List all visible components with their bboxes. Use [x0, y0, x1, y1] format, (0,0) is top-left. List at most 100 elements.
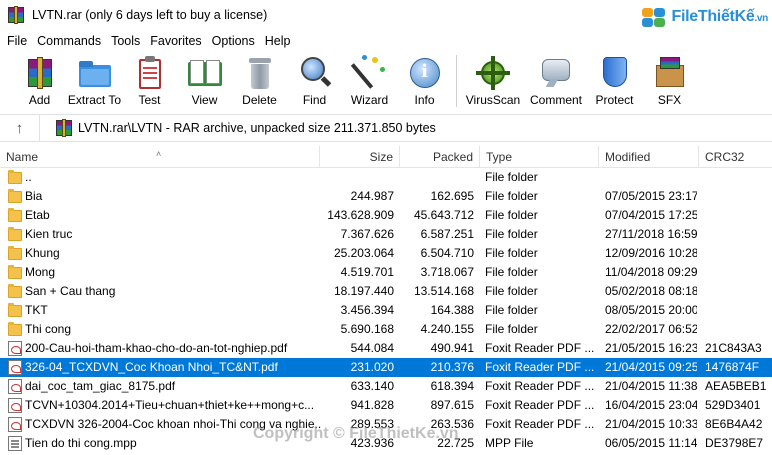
column-modified[interactable]: Modified	[599, 146, 699, 168]
view-book-icon	[187, 55, 223, 91]
test-clipboard-icon	[132, 55, 168, 91]
file-name: Bia	[25, 189, 43, 203]
file-crc32: 529D3401	[705, 398, 761, 412]
delete-button[interactable]: Delete	[232, 52, 287, 110]
file-packed: 6.504.710	[420, 246, 474, 260]
find-button[interactable]: Find	[287, 52, 342, 110]
magic-wand-icon	[350, 55, 388, 91]
file-packed: 897.615	[430, 398, 474, 412]
file-packed: 618.394	[430, 379, 474, 393]
window-title: LVTN.rar (only 6 days left to buy a lice…	[32, 8, 268, 22]
table-row[interactable]: TKT 3.456.394 164.388 File folder 08/05/2015…	[0, 301, 772, 320]
file-size: 25.203.064	[333, 246, 394, 260]
table-row[interactable]: dai_coc_tam_giac_8175.pdf 633.140 618.394 F…	[0, 377, 772, 396]
up-arrow-icon[interactable]: ↑	[0, 115, 40, 141]
folder-icon	[8, 227, 22, 241]
virus-scan-icon	[475, 55, 511, 91]
file-crc32	[705, 263, 767, 282]
file-crc32: 1476874F	[705, 360, 760, 374]
file-type: File folder	[485, 170, 538, 184]
file-size: 7.367.626	[340, 227, 394, 241]
column-crc32[interactable]: CRC32	[699, 146, 772, 168]
file-packed: 490.941	[430, 341, 474, 355]
folder-icon	[8, 322, 22, 336]
file-packed: 4.240.155	[420, 322, 474, 336]
file-type: Foxit Reader PDF ...	[485, 417, 595, 431]
menu-help[interactable]: Help	[260, 30, 296, 52]
table-row[interactable]: Mong 4.519.701 3.718.067 File folder 11/04/2…	[0, 263, 772, 282]
column-size[interactable]: Size	[320, 146, 400, 168]
file-name: 200-Cau-hoi-tham-khao-cho-do-an-tot-nghi…	[25, 341, 288, 355]
table-row[interactable]: Thi cong 5.690.168 4.240.155 File folder 22/…	[0, 320, 772, 339]
file-crc32: DE3798E7	[705, 436, 764, 450]
file-name: dai_coc_tam_giac_8175.pdf	[25, 379, 176, 393]
extract-folder-icon	[77, 55, 113, 91]
menu-favorites[interactable]: Favorites	[145, 30, 206, 52]
table-row[interactable]: Kien truc 7.367.626 6.587.251 File folder 27…	[0, 225, 772, 244]
file-packed: 164.388	[430, 303, 474, 317]
file-size: 244.987	[350, 189, 394, 203]
file-crc32: 8E6B4A42	[705, 417, 763, 431]
file-modified: 07/05/2015 23:17	[605, 189, 697, 203]
table-row[interactable]: .. File folder	[0, 168, 772, 187]
file-crc32	[705, 320, 767, 339]
file-list: Name ˄ Size Packed Type Modified CRC32 ..…	[0, 146, 772, 455]
file-list-header: Name ˄ Size Packed Type Modified CRC32	[0, 146, 772, 168]
file-type: File folder	[485, 189, 538, 203]
file-type: Foxit Reader PDF ...	[485, 379, 595, 393]
folder-icon	[8, 208, 22, 222]
toolbar: Add Extract To Test View Delete Find Wiz…	[0, 52, 772, 110]
wizard-button[interactable]: Wizard	[342, 52, 397, 110]
file-name: Mong	[25, 265, 56, 279]
virusscan-button[interactable]: VirusScan	[461, 52, 525, 110]
view-button[interactable]: View	[177, 52, 232, 110]
file-name: TKT	[25, 303, 48, 317]
column-type[interactable]: Type	[480, 146, 599, 168]
table-row[interactable]: Khung 25.203.064 6.504.710 File folder 12/09…	[0, 244, 772, 263]
folder-icon	[8, 170, 22, 184]
protect-button[interactable]: Protect	[587, 52, 642, 110]
file-size: 231.020	[350, 360, 394, 374]
comment-button[interactable]: Comment	[525, 52, 587, 110]
folder-icon	[8, 284, 22, 298]
shield-icon	[597, 55, 633, 91]
toolbar-separator	[456, 55, 457, 107]
column-packed[interactable]: Packed	[400, 146, 480, 168]
table-row[interactable]: Etab 143.628.909 45.643.712 File folder 07/0…	[0, 206, 772, 225]
table-row[interactable]: San + Cau thang 18.197.440 13.514.168 File …	[0, 282, 772, 301]
file-crc32	[705, 301, 767, 320]
table-row[interactable]: 326-04_TCXDVN_Coc Khoan Nhoi_TC&NT.pdf 23…	[0, 358, 772, 377]
file-rows: .. File folder Bia 244.987 162.695 File folde…	[0, 168, 772, 453]
menu-commands[interactable]: Commands	[32, 30, 106, 52]
menu-options[interactable]: Options	[207, 30, 260, 52]
file-modified: 05/02/2018 08:18	[605, 284, 697, 298]
file-modified: 21/04/2015 09:25	[605, 360, 697, 374]
table-row[interactable]: 200-Cau-hoi-tham-khao-cho-do-an-tot-nghi…	[0, 339, 772, 358]
menu-bar: File Commands Tools Favorites Options He…	[0, 30, 772, 52]
brand-mark-icon	[641, 6, 670, 28]
archive-icon	[56, 119, 72, 137]
test-button[interactable]: Test	[122, 52, 177, 110]
winrar-app-icon[interactable]	[8, 6, 24, 24]
file-crc32	[705, 168, 767, 187]
file-crc32	[705, 225, 767, 244]
file-packed: 210.376	[430, 360, 474, 374]
title-bar: LVTN.rar (only 6 days left to buy a lice…	[0, 0, 772, 30]
file-type: Foxit Reader PDF ...	[485, 360, 595, 374]
table-row[interactable]: TCVN+10304.2014+Tieu+chuan+thiet+ke++mon…	[0, 396, 772, 415]
file-packed: 13.514.168	[413, 284, 474, 298]
file-modified: 12/09/2016 10:28	[605, 246, 697, 260]
menu-tools[interactable]: Tools	[106, 30, 145, 52]
file-name: Thi cong	[25, 322, 72, 336]
extract-to-button[interactable]: Extract To	[67, 52, 122, 110]
menu-file[interactable]: File	[2, 30, 32, 52]
info-button[interactable]: i Info	[397, 52, 452, 110]
add-button[interactable]: Add	[12, 52, 67, 110]
table-row[interactable]: Bia 244.987 162.695 File folder 07/05/2015 2…	[0, 187, 772, 206]
sfx-button[interactable]: SFX	[642, 52, 697, 110]
mpp-file-icon	[8, 436, 22, 451]
file-crc32	[705, 187, 767, 206]
file-name: San + Cau thang	[25, 284, 116, 298]
column-name[interactable]: Name ˄	[0, 146, 320, 168]
file-crc32: AEA5BEB1	[705, 379, 767, 393]
